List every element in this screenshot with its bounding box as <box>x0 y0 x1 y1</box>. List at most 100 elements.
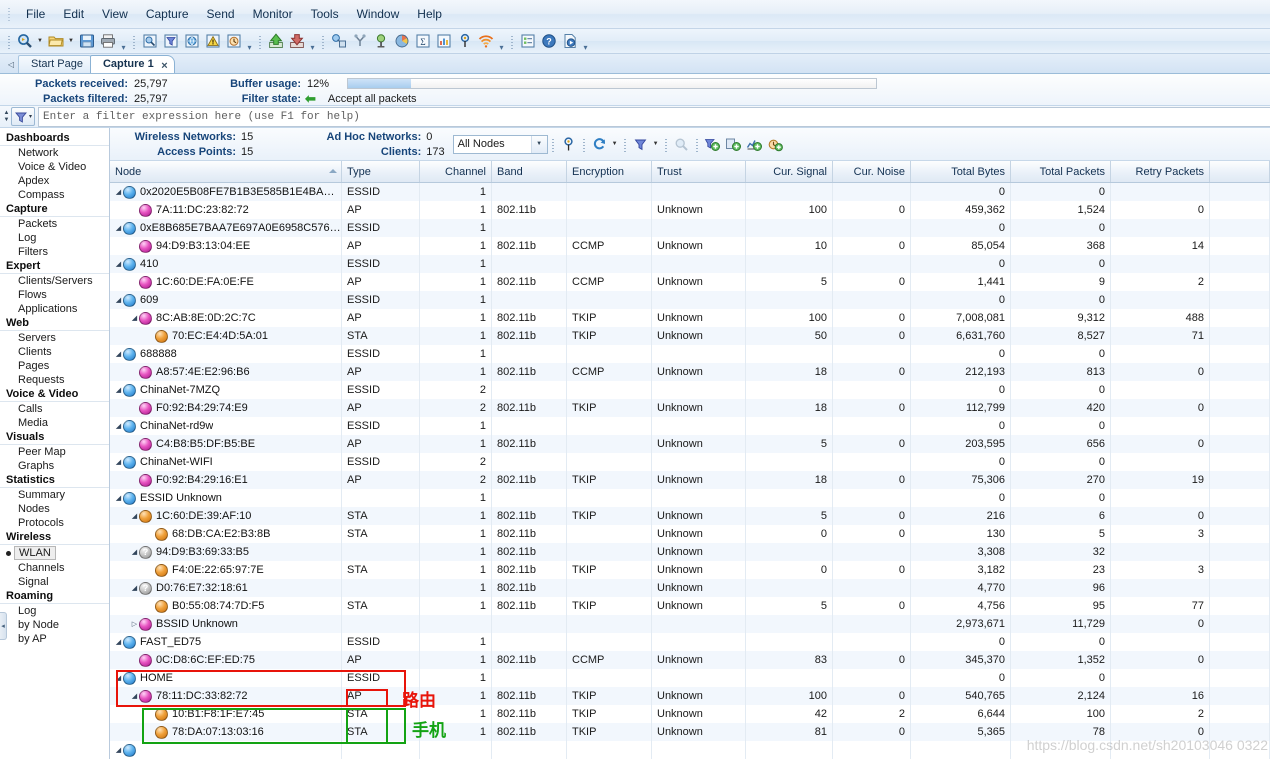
cell-node[interactable]: ◢ ChinaNet-WIFI <box>110 453 342 471</box>
cell-node[interactable]: ◢? 94:D9:B3:69:33:B5 <box>110 543 342 561</box>
grid-body[interactable]: ◢ 0x2020E5B08FE7B1B3E585B1E4BAAB… ESSID 1 0 0… <box>110 183 1270 759</box>
collapse-triangle-icon[interactable]: ◢ <box>114 381 123 399</box>
sidebar-item-wlan[interactable]: WLAN <box>0 545 109 561</box>
cell-node[interactable]: ◢C4:B8:B5:DF:B5:BE <box>110 435 342 453</box>
column-header-total_packets[interactable]: Total Packets <box>1011 161 1111 182</box>
pie-chart-icon[interactable] <box>391 31 412 52</box>
toolbar-overflow-button[interactable]: ▾ <box>496 31 507 52</box>
tab-capture-1[interactable]: Capture 1 × <box>89 55 175 73</box>
filter-funnel-icon[interactable] <box>630 134 651 155</box>
sidebar-item-media[interactable]: Media <box>0 416 109 430</box>
column-header-band[interactable]: Band <box>492 161 567 182</box>
column-header-retry_packets[interactable]: Retry Packets <box>1111 161 1210 182</box>
collapse-triangle-icon[interactable]: ◢ <box>114 183 123 201</box>
column-header-cur_signal[interactable]: Cur. Signal <box>746 161 833 182</box>
sidebar-item-calls[interactable]: Calls <box>0 402 109 416</box>
clock-icon[interactable] <box>223 31 244 52</box>
table-row[interactable]: ◢ 0xE8B685E7BAA7E697A0E6958C5769… ESSID 1 0 0 <box>110 219 1270 237</box>
cell-node[interactable]: ◢? D0:76:E7:32:18:61 <box>110 579 342 597</box>
tab-scroll-left-icon[interactable]: ◁ <box>4 55 18 73</box>
table-row[interactable]: ◢ 78:11:DC:33:82:72 AP 1 802.11b TKIP Unknown 1… <box>110 687 1270 705</box>
column-header-encryption[interactable]: Encryption <box>567 161 652 182</box>
cell-node[interactable]: ◢ 1C:60:DE:39:AF:10 <box>110 507 342 525</box>
table-row[interactable]: ◢78:DA:07:13:03:16STA1802.11bTKIPUnknown… <box>110 723 1270 741</box>
menu-file[interactable]: File <box>17 4 54 24</box>
collapse-triangle-icon[interactable]: ◢ <box>130 309 139 327</box>
open-folder-icon[interactable] <box>45 31 66 52</box>
table-row[interactable]: ◢ 410 ESSID 1 0 0 <box>110 255 1270 273</box>
table-row[interactable]: ◢ ChinaNet-rd9w ESSID 1 0 0 <box>110 417 1270 435</box>
collapse-triangle-icon[interactable]: ◢ <box>114 417 123 435</box>
sidebar-item-flows[interactable]: Flows <box>0 288 109 302</box>
table-row[interactable]: ◢F0:92:B4:29:74:E9AP2802.11bTKIPUnknown1… <box>110 399 1270 417</box>
table-row[interactable]: ◢ 609 ESSID 1 0 0 <box>110 291 1270 309</box>
play-media-icon[interactable] <box>559 31 580 52</box>
collapse-triangle-icon[interactable]: ◢ <box>114 669 123 687</box>
cell-node[interactable]: ◢ ChinaNet-7MZQ <box>110 381 342 399</box>
network-map-icon[interactable] <box>328 31 349 52</box>
table-row[interactable]: ◢A8:57:4E:E2:96:B6AP1802.11bCCMPUnknown1… <box>110 363 1270 381</box>
sidebar-item-nodes[interactable]: Nodes <box>0 502 109 516</box>
menu-capture[interactable]: Capture <box>137 4 198 24</box>
open-folder-caret-icon[interactable]: ▼ <box>66 31 76 52</box>
menu-send[interactable]: Send <box>198 4 244 24</box>
cell-node[interactable]: ◢ 410 <box>110 255 342 273</box>
add-graph-icon[interactable] <box>744 134 765 155</box>
add-alarm-icon[interactable] <box>765 134 786 155</box>
table-row[interactable]: ◢ <box>110 741 1270 759</box>
table-row[interactable]: ◢ 688888 ESSID 1 0 0 <box>110 345 1270 363</box>
summary-sigma-icon[interactable]: Σ <box>412 31 433 52</box>
menu-view[interactable]: View <box>93 4 137 24</box>
table-row[interactable]: ◢1C:60:DE:FA:0E:FEAP1802.11bCCMPUnknown5… <box>110 273 1270 291</box>
wifi-icon[interactable] <box>475 31 496 52</box>
make-filter-icon[interactable] <box>702 134 723 155</box>
table-row[interactable]: ◢ 1C:60:DE:39:AF:10 STA 1 802.11b TKIP Unknown… <box>110 507 1270 525</box>
cell-node[interactable]: ◢ 8C:AB:8E:0D:2C:7C <box>110 309 342 327</box>
table-row[interactable]: ◢68:DB:CA:E2:B3:8BSTA1802.11bUnknown0013… <box>110 525 1270 543</box>
cell-node[interactable]: ◢78:DA:07:13:03:16 <box>110 723 342 741</box>
sidebar-item-filters[interactable]: Filters <box>0 245 109 259</box>
cell-node[interactable]: ◢7A:11:DC:23:82:72 <box>110 201 342 219</box>
toolbar-overflow-button[interactable]: ▾ <box>118 31 129 52</box>
table-row[interactable]: ◢B0:55:08:74:7D:F5STA1802.11bTKIPUnknown… <box>110 597 1270 615</box>
start-capture-icon[interactable] <box>14 31 35 52</box>
collapse-triangle-icon[interactable]: ◢ <box>114 291 123 309</box>
collapse-triangle-icon[interactable]: ◢ <box>114 489 123 507</box>
collapse-triangle-icon[interactable]: ◢ <box>130 507 139 525</box>
cell-node[interactable]: ◢A8:57:4E:E2:96:B6 <box>110 363 342 381</box>
column-header-node[interactable]: Node <box>110 161 342 182</box>
download-red-icon[interactable] <box>286 31 307 52</box>
bar-chart-icon[interactable] <box>433 31 454 52</box>
expand-triangle-icon[interactable]: ▷ <box>130 615 139 633</box>
sidebar-item-apdex[interactable]: Apdex <box>0 174 109 188</box>
table-row[interactable]: ◢ ChinaNet-7MZQ ESSID 2 0 0 <box>110 381 1270 399</box>
node-pin-icon[interactable] <box>370 31 391 52</box>
cell-node[interactable]: ◢10:B1:F8:1F:E7:45 <box>110 705 342 723</box>
menu-edit[interactable]: Edit <box>54 4 93 24</box>
table-row[interactable]: ◢C4:B8:B5:DF:B5:BEAP1802.11bUnknown50203… <box>110 435 1270 453</box>
cell-node[interactable]: ◢ 0x2020E5B08FE7B1B3E585B1E4BAAB… <box>110 183 342 201</box>
collapse-triangle-icon[interactable]: ◢ <box>114 741 123 759</box>
signal-probe-icon[interactable] <box>454 31 475 52</box>
tab-start-page[interactable]: Start Page <box>18 55 96 73</box>
sidebar-item-roaming-by-node[interactable]: by Node <box>0 618 109 632</box>
table-row[interactable]: ◢ 0x2020E5B08FE7B1B3E585B1E4BAAB… ESSID 1 0 0 <box>110 183 1270 201</box>
save-icon[interactable] <box>76 31 97 52</box>
toolbar-overflow-button[interactable]: ▾ <box>307 31 318 52</box>
column-header-trust[interactable]: Trust <box>652 161 746 182</box>
menu-drag-grip[interactable] <box>6 6 13 22</box>
chevron-down-icon[interactable]: ▼ <box>530 135 547 153</box>
cell-node[interactable]: ◢F0:92:B4:29:74:E9 <box>110 399 342 417</box>
cell-node[interactable]: ◢F0:92:B4:29:16:E1 <box>110 471 342 489</box>
sidebar-item-clients[interactable]: Clients <box>0 345 109 359</box>
collapse-triangle-icon[interactable]: ◢ <box>114 453 123 471</box>
cell-node[interactable]: ◢ <box>110 741 342 759</box>
filter-expression-input[interactable]: Enter a filter expression here (use F1 f… <box>38 106 1270 127</box>
table-row[interactable]: ◢ ESSID Unknown 1 0 0 <box>110 489 1270 507</box>
cell-node[interactable]: ◢ HOME <box>110 669 342 687</box>
column-header-cur_noise[interactable]: Cur. Noise <box>833 161 911 182</box>
menu-monitor[interactable]: Monitor <box>244 4 302 24</box>
sidebar-item-applications[interactable]: Applications <box>0 302 109 316</box>
sidebar-item-roaming-log[interactable]: Log <box>0 604 109 618</box>
cell-node[interactable]: ◢ 78:11:DC:33:82:72 <box>110 687 342 705</box>
